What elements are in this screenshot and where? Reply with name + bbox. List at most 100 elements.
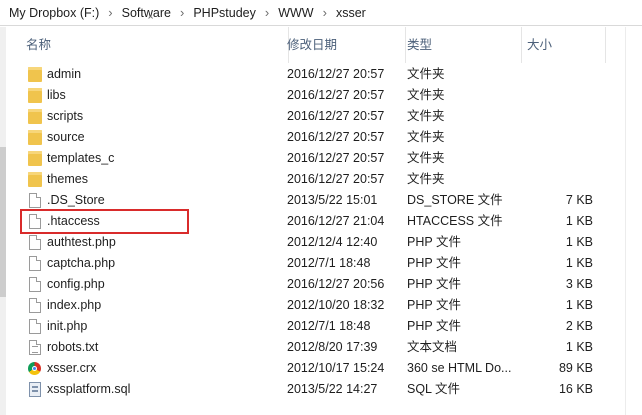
list-item[interactable]: themes 2016/12/27 20:57 文件夹 (20, 169, 620, 190)
file-size: 2 KB (565, 319, 593, 333)
file-type: 文件夹 (407, 67, 445, 81)
file-type: DS_STORE 文件 (407, 193, 503, 207)
folder-icon (28, 172, 42, 187)
column-header-type[interactable]: 类型 (404, 27, 522, 63)
column-header-date[interactable]: 修改日期 (283, 27, 406, 63)
vertical-scrollbar[interactable] (625, 27, 642, 415)
file-size: 16 KB (558, 382, 593, 396)
list-item[interactable]: index.php 2012/10/20 18:32 PHP 文件 1 KB (20, 295, 620, 316)
file-name: init.php (47, 319, 88, 333)
file-type: PHP 文件 (407, 319, 461, 333)
highlight-box (20, 209, 189, 234)
file-size: 1 KB (565, 298, 593, 312)
list-item[interactable]: admin 2016/12/27 20:57 文件夹 (20, 64, 620, 85)
file-name: authtest.php (47, 235, 116, 249)
file-date: 2016/12/27 20:56 (287, 277, 385, 291)
list-item[interactable]: robots.txt 2012/8/20 17:39 文本文档 1 KB (20, 337, 620, 358)
list-item[interactable]: libs 2016/12/27 20:57 文件夹 (20, 85, 620, 106)
file-date: 2012/8/20 17:39 (287, 340, 378, 354)
file-size: 7 KB (565, 193, 593, 207)
list-item[interactable]: init.php 2012/7/1 18:48 PHP 文件 2 KB (20, 316, 620, 337)
file-name: admin (47, 67, 82, 81)
chevron-right-icon[interactable]: › (174, 5, 190, 20)
file-type: PHP 文件 (407, 298, 461, 312)
list-item[interactable]: templates_c 2016/12/27 20:57 文件夹 (20, 148, 620, 169)
column-header-name[interactable]: 名称 (20, 27, 289, 63)
file-icon (29, 193, 41, 208)
folder-icon (28, 67, 42, 82)
column-header-size[interactable]: 大小 (521, 27, 606, 63)
file-date: 2012/10/20 18:32 (287, 298, 385, 312)
text-file-icon (29, 340, 41, 355)
list-item[interactable]: config.php 2016/12/27 20:56 PHP 文件 3 KB (20, 274, 620, 295)
file-date: 2016/12/27 20:57 (287, 151, 385, 165)
breadcrumb-item-xsser[interactable]: xsser (333, 6, 369, 20)
file-icon (29, 298, 41, 313)
file-type: 文件夹 (407, 172, 445, 186)
chevron-right-icon[interactable]: › (102, 5, 118, 20)
file-name: themes (47, 172, 88, 186)
folder-icon (28, 88, 42, 103)
file-name: config.php (47, 277, 105, 291)
file-name: xssplatform.sql (47, 382, 131, 396)
chevron-right-icon[interactable]: › (259, 5, 275, 20)
list-item[interactable]: .DS_Store 2013/5/22 15:01 DS_STORE 文件 7 … (20, 190, 620, 211)
file-name: captcha.php (47, 256, 116, 270)
file-name: .DS_Store (47, 193, 105, 207)
file-type: 文件夹 (407, 130, 445, 144)
file-type: 文件夹 (407, 109, 445, 123)
file-type: PHP 文件 (407, 256, 461, 270)
file-icon (29, 256, 41, 271)
file-type: PHP 文件 (407, 277, 461, 291)
list-item[interactable]: xsser.crx 2012/10/17 15:24 360 se HTML D… (20, 358, 620, 379)
scrollbar-thumb[interactable] (0, 147, 6, 297)
column-header: ⌃ 名称 修改日期 类型 大小 (20, 15, 606, 63)
sort-ascending-icon: ⌃ (146, 15, 156, 27)
file-type: SQL 文件 (407, 382, 461, 396)
file-size: 1 KB (565, 214, 593, 228)
file-type: HTACCESS 文件 (407, 214, 503, 228)
file-type: PHP 文件 (407, 235, 461, 249)
file-icon (29, 277, 41, 292)
list-item[interactable]: authtest.php 2012/12/4 12:40 PHP 文件 1 KB (20, 232, 620, 253)
breadcrumb-item-phpstudey[interactable]: PHPstudey (190, 6, 259, 20)
file-size: 1 KB (565, 340, 593, 354)
file-icon (29, 319, 41, 334)
file-date: 2012/7/1 18:48 (287, 256, 371, 270)
file-date: 2016/12/27 21:04 (287, 214, 385, 228)
file-date: 2016/12/27 20:57 (287, 88, 385, 102)
file-date: 2013/5/22 15:01 (287, 193, 378, 207)
crx-file-icon (28, 362, 41, 375)
file-type: 文件夹 (407, 88, 445, 102)
file-name: templates_c (47, 151, 115, 165)
file-name: source (47, 130, 85, 144)
file-name: xsser.crx (47, 361, 97, 375)
breadcrumb[interactable]: My Dropbox (F:) › Software › PHPstudey ›… (0, 0, 642, 26)
file-type: 文本文档 (407, 340, 458, 354)
file-size: 1 KB (565, 256, 593, 270)
list-item[interactable]: scripts 2016/12/27 20:57 文件夹 (20, 106, 620, 127)
file-date: 2012/10/17 15:24 (287, 361, 385, 375)
file-date: 2016/12/27 20:57 (287, 172, 385, 186)
folder-icon (28, 130, 42, 145)
file-date: 2016/12/27 20:57 (287, 67, 385, 81)
file-name: robots.txt (47, 340, 99, 354)
breadcrumb-item-www[interactable]: WWW (275, 6, 316, 20)
file-name: libs (47, 88, 66, 102)
file-date: 2016/12/27 20:57 (287, 109, 385, 123)
breadcrumb-item-drive[interactable]: My Dropbox (F:) (6, 6, 102, 20)
scrollbar-track[interactable] (625, 27, 626, 415)
file-size: 1 KB (565, 235, 593, 249)
list-item[interactable]: xssplatform.sql 2013/5/22 14:27 SQL 文件 1… (20, 379, 620, 400)
file-icon (29, 235, 41, 250)
list-item[interactable]: source 2016/12/27 20:57 文件夹 (20, 127, 620, 148)
folder-icon (28, 151, 42, 166)
file-date: 2012/7/1 18:48 (287, 319, 371, 333)
navigation-pane-scrollbar[interactable] (0, 27, 6, 415)
file-date: 2013/5/22 14:27 (287, 382, 378, 396)
list-item[interactable]: captcha.php 2012/7/1 18:48 PHP 文件 1 KB (20, 253, 620, 274)
file-name: index.php (47, 298, 102, 312)
folder-icon (28, 109, 42, 124)
file-name: scripts (47, 109, 84, 123)
chevron-right-icon[interactable]: › (317, 5, 333, 20)
